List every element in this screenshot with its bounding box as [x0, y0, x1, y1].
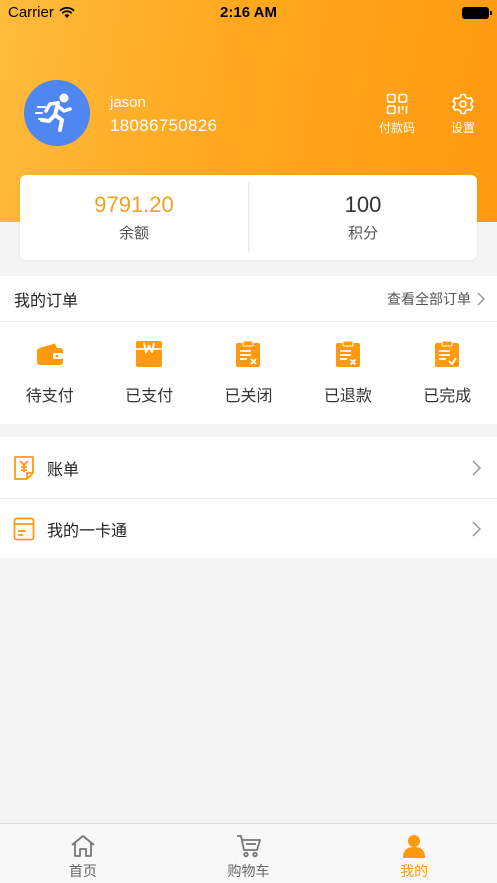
payment-code-button[interactable]: 付款码 — [373, 93, 421, 136]
order-status-closed-label: 已关闭 — [224, 388, 273, 405]
gear-icon — [452, 93, 474, 115]
chevron-right-icon — [472, 459, 481, 476]
menu-item-card[interactable]: 我的一卡通 — [0, 498, 497, 558]
clock: 2:16 AM — [220, 4, 277, 21]
menu-item-card-label: 我的一卡通 — [47, 522, 128, 540]
runner-icon — [35, 93, 72, 132]
clipboard-refund-icon — [335, 340, 360, 367]
wallet-icon — [36, 343, 63, 365]
chevron-right-icon — [472, 520, 481, 537]
view-all-orders-label: 查看全部订单 — [387, 290, 471, 307]
clipboard-check-icon — [435, 340, 460, 367]
menu-item-bill[interactable]: 账单 — [0, 437, 497, 498]
tab-bar: 首页 购物车 我的 — [0, 823, 497, 883]
balance-card: 9791.20 余额 100 积分 — [20, 175, 477, 260]
tab-home-label: 首页 — [68, 863, 97, 879]
tab-cart[interactable]: 购物车 — [166, 824, 332, 883]
tab-me-label: 我的 — [400, 863, 429, 879]
balance-section[interactable]: 9791.20 余额 — [20, 175, 248, 260]
balance-label: 余额 — [118, 225, 149, 242]
tab-cart-label: 购物车 — [227, 863, 270, 879]
status-bar: Carrier 2:16 AM — [0, 0, 497, 26]
order-status-pending[interactable]: 待支付 — [0, 322, 99, 424]
points-section[interactable]: 100 积分 — [249, 175, 477, 260]
order-status-completed[interactable]: 已完成 — [398, 322, 497, 424]
order-status-refunded[interactable]: 已退款 — [298, 322, 397, 424]
orders-section: 我的订单 查看全部订单 待支付 已支付 已关闭 已退款 已完成 — [0, 276, 497, 424]
username: jason — [110, 94, 146, 111]
user-icon — [403, 835, 426, 858]
package-icon — [136, 341, 163, 367]
tab-me[interactable]: 我的 — [331, 824, 497, 883]
clipboard-close-icon — [236, 340, 261, 367]
payment-code-label: 付款码 — [378, 121, 415, 135]
menu-list: 账单 我的一卡通 — [0, 437, 497, 558]
battery-icon — [462, 7, 492, 19]
qrcode-icon — [386, 93, 408, 115]
menu-item-bill-label: 账单 — [47, 461, 80, 479]
points-value: 100 — [344, 192, 382, 217]
points-label: 积分 — [347, 225, 378, 242]
orders-title: 我的订单 — [14, 292, 79, 310]
order-status-paid[interactable]: 已支付 — [99, 322, 198, 424]
order-status-pending-label: 待支付 — [25, 388, 74, 405]
order-status-refunded-label: 已退款 — [323, 388, 372, 405]
bill-icon — [14, 455, 34, 480]
card-icon — [13, 517, 35, 540]
chevron-right-icon — [477, 291, 485, 306]
order-status-paid-label: 已支付 — [125, 388, 174, 405]
view-all-orders-link[interactable]: 查看全部订单 — [387, 289, 485, 309]
settings-label: 设置 — [450, 121, 475, 135]
order-status-list: 待支付 已支付 已关闭 已退款 已完成 — [0, 322, 497, 424]
settings-button[interactable]: 设置 — [439, 93, 487, 136]
order-status-closed[interactable]: 已关闭 — [199, 322, 298, 424]
tab-home[interactable]: 首页 — [0, 824, 166, 883]
home-icon — [71, 835, 95, 857]
cart-icon — [236, 835, 261, 858]
order-status-completed-label: 已完成 — [423, 388, 472, 405]
avatar[interactable] — [24, 80, 90, 146]
phone-number: 18086750826 — [110, 116, 218, 135]
orders-header: 我的订单 查看全部订单 — [0, 276, 497, 322]
balance-value: 9791.20 — [94, 192, 174, 217]
